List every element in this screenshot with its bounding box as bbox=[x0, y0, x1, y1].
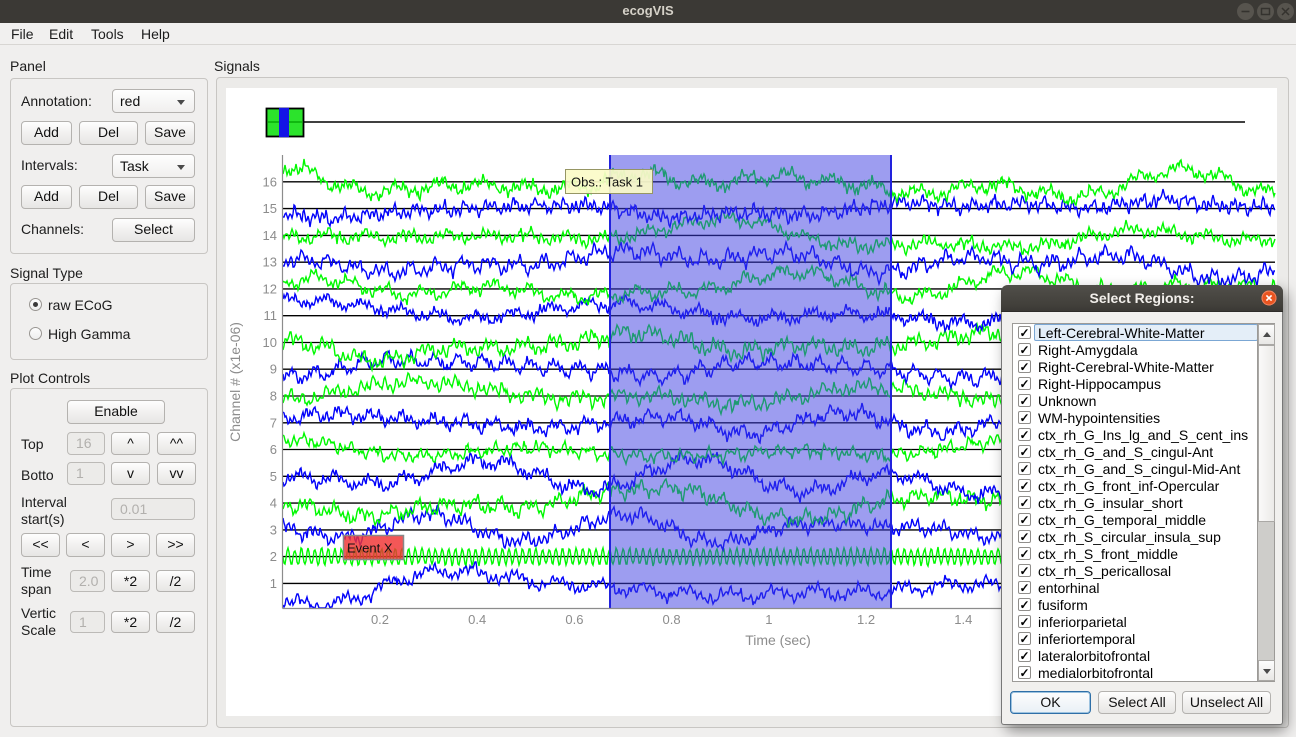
svg-text:12: 12 bbox=[263, 281, 277, 296]
svg-text:0.8: 0.8 bbox=[663, 612, 681, 627]
svg-text:0.4: 0.4 bbox=[468, 612, 486, 627]
svg-text:6: 6 bbox=[270, 442, 277, 457]
svg-text:1: 1 bbox=[270, 576, 277, 591]
svg-text:Event X: Event X bbox=[347, 541, 393, 556]
svg-text:9: 9 bbox=[270, 362, 277, 377]
svg-text:0.2: 0.2 bbox=[371, 612, 389, 627]
svg-text:14: 14 bbox=[263, 228, 277, 243]
svg-text:1: 1 bbox=[765, 612, 772, 627]
svg-text:16: 16 bbox=[263, 174, 277, 189]
svg-text:13: 13 bbox=[263, 255, 277, 270]
svg-text:1.2: 1.2 bbox=[857, 612, 875, 627]
svg-text:15: 15 bbox=[263, 201, 277, 216]
svg-text:0.6: 0.6 bbox=[565, 612, 583, 627]
svg-text:2: 2 bbox=[270, 549, 277, 564]
svg-text:4: 4 bbox=[270, 496, 277, 511]
svg-text:3: 3 bbox=[270, 522, 277, 537]
svg-text:10: 10 bbox=[263, 335, 277, 350]
svg-text:11: 11 bbox=[264, 308, 278, 323]
svg-text:Obs.: Task 1: Obs.: Task 1 bbox=[571, 175, 643, 190]
svg-text:Channel # (x1e-06): Channel # (x1e-06) bbox=[227, 322, 243, 442]
svg-text:1.4: 1.4 bbox=[954, 612, 972, 627]
svg-text:5: 5 bbox=[270, 469, 277, 484]
svg-text:7: 7 bbox=[270, 415, 277, 430]
svg-text:8: 8 bbox=[270, 389, 277, 404]
svg-text:Time (sec): Time (sec) bbox=[745, 632, 811, 648]
